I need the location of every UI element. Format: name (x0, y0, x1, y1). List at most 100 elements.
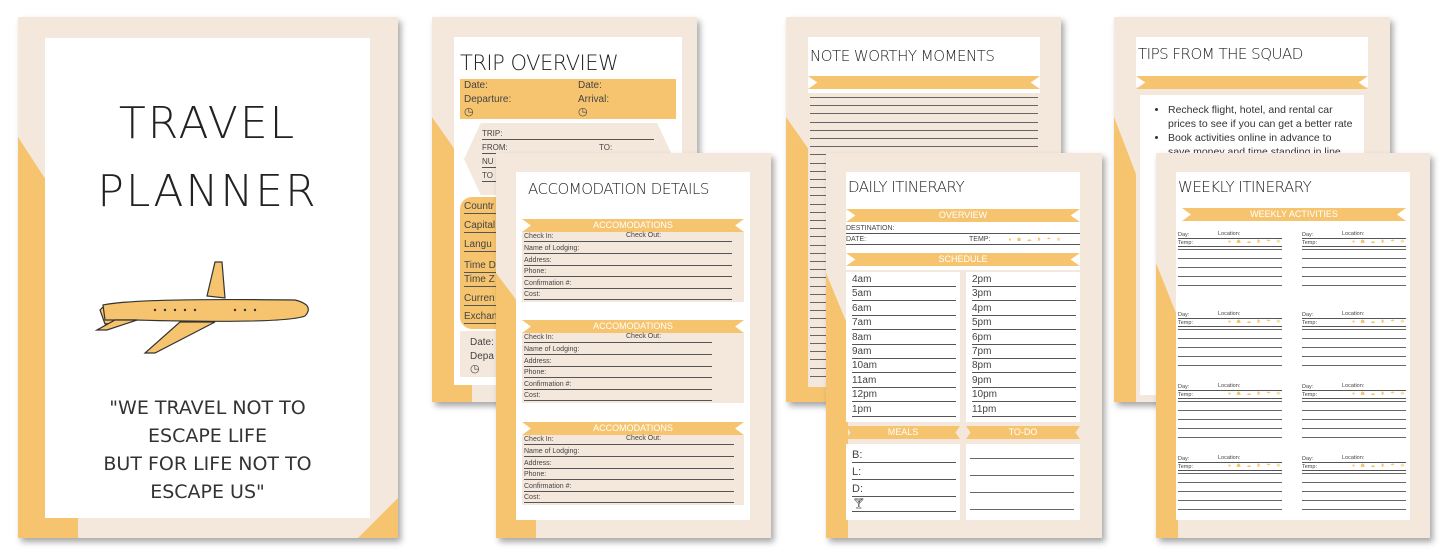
schedule-slot[interactable]: 12pm (852, 389, 956, 403)
bottom-departure-label: Depa (470, 351, 494, 362)
schedule-slot[interactable]: 11am (852, 375, 956, 388)
note-line[interactable] (810, 129, 1038, 131)
activity-line[interactable] (1178, 249, 1282, 250)
activity-line[interactable] (1178, 258, 1282, 259)
activity-line[interactable] (1178, 500, 1282, 501)
activity-line[interactable] (1178, 338, 1282, 339)
activity-line[interactable] (1302, 437, 1406, 438)
meal-field[interactable]: D: (852, 483, 956, 497)
activity-line[interactable] (1302, 267, 1406, 268)
activity-line[interactable] (1302, 347, 1406, 348)
accommodation-field[interactable]: Address: (524, 459, 734, 469)
schedule-slot[interactable]: 7pm (972, 346, 1076, 359)
activity-line[interactable] (1178, 285, 1282, 286)
activity-line[interactable] (1302, 285, 1406, 286)
activity-line[interactable] (1178, 509, 1282, 510)
accommodation-field[interactable]: Address: (524, 256, 732, 266)
accommodation-field[interactable]: Confirmation #: (524, 482, 734, 492)
todo-line[interactable] (970, 492, 1074, 493)
schedule-slot[interactable]: 10am (852, 360, 956, 374)
weather-icons: ● ☗ ☁ ❥ ☂ ❄ (1228, 463, 1283, 469)
activity-line[interactable] (1302, 509, 1406, 510)
arrival-date-label: Date: (578, 80, 602, 91)
activity-line[interactable] (1178, 437, 1282, 438)
activity-line[interactable] (1302, 419, 1406, 420)
schedule-slot[interactable]: 5am (852, 288, 956, 302)
activity-line[interactable] (1302, 410, 1406, 411)
meals-banner: MEALS (846, 426, 960, 439)
activity-line[interactable] (1178, 267, 1282, 268)
note-line[interactable] (810, 138, 1038, 139)
activity-line[interactable] (1178, 329, 1282, 330)
activity-line[interactable] (1302, 356, 1406, 357)
accommodation-field[interactable]: Address: (524, 357, 712, 367)
note-line[interactable] (810, 121, 1038, 123)
accommodation-field[interactable]: Confirmation #: (524, 380, 712, 390)
activity-line[interactable] (1178, 419, 1282, 420)
schedule-slot[interactable]: 8am (852, 332, 956, 345)
schedule-slot[interactable]: 8pm (972, 360, 1076, 374)
activity-line[interactable] (1302, 500, 1406, 501)
activity-line[interactable] (1302, 365, 1406, 366)
activity-line[interactable] (1302, 249, 1406, 250)
destination-field[interactable]: DESTINATION: (846, 225, 1080, 234)
schedule-slot[interactable]: 2pm (972, 274, 1076, 287)
schedule-slot[interactable]: 10pm (972, 389, 1076, 403)
todo-line[interactable] (970, 475, 1074, 476)
schedule-slot[interactable]: 3pm (972, 288, 1076, 302)
todo-line[interactable] (970, 509, 1074, 510)
activity-line[interactable] (1302, 428, 1406, 429)
accommodation-field[interactable]: Phone: (524, 267, 732, 277)
schedule-slot[interactable]: 5pm (972, 317, 1076, 331)
activity-line[interactable] (1178, 356, 1282, 357)
meal-field[interactable]: L: (852, 466, 956, 480)
activity-line[interactable] (1302, 401, 1406, 402)
accommodation-field[interactable]: Cost: (524, 290, 732, 300)
accommodation-field[interactable]: Phone: (524, 470, 734, 480)
cocktail-icon[interactable]: 🍸︎ (852, 498, 956, 512)
trip-field[interactable]: TRIP: (482, 129, 654, 140)
activity-line[interactable] (1302, 491, 1406, 492)
schedule-slot[interactable]: 7am (852, 317, 956, 331)
schedule-slot[interactable]: 4pm (972, 303, 1076, 316)
accommodation-field[interactable]: Cost: (524, 391, 712, 401)
note-line[interactable] (810, 113, 1038, 115)
activity-line[interactable] (1302, 329, 1406, 330)
activity-line[interactable] (1302, 276, 1406, 277)
activity-line[interactable] (1302, 258, 1406, 259)
activity-line[interactable] (1178, 347, 1282, 348)
activity-line[interactable] (1178, 401, 1282, 402)
check-in-field[interactable]: Check In: (524, 333, 712, 343)
activity-line[interactable] (1302, 482, 1406, 483)
meal-field[interactable]: B: (852, 449, 956, 463)
accommodation-field[interactable]: Confirmation #: (524, 279, 732, 289)
schedule-slot[interactable]: 1pm (852, 404, 956, 417)
schedule-slot[interactable]: 11pm (972, 404, 1076, 417)
date-field[interactable]: DATE: (846, 236, 971, 245)
activity-line[interactable] (1178, 276, 1282, 277)
activity-line[interactable] (1178, 491, 1282, 492)
schedule-slot[interactable]: 6pm (972, 332, 1076, 345)
accommodation-field[interactable]: Name of Lodging: (524, 244, 732, 254)
activity-line[interactable] (1178, 482, 1282, 483)
accommodation-field[interactable]: Phone: (524, 368, 712, 378)
activity-line[interactable] (1178, 473, 1282, 474)
note-line[interactable] (810, 97, 1038, 98)
accommodation-field[interactable]: Name of Lodging: (524, 447, 734, 457)
schedule-slot[interactable]: 6am (852, 303, 956, 316)
schedule-slot[interactable]: 9am (852, 346, 956, 359)
note-line[interactable] (810, 105, 1038, 107)
activity-line[interactable] (1302, 473, 1406, 474)
activity-line[interactable] (1178, 410, 1282, 411)
temp-field[interactable]: TEMP: ● ☗ ☁ ❥ ☂ ❄ (969, 236, 1080, 245)
activity-line[interactable] (1178, 428, 1282, 429)
accommodation-field[interactable]: Cost: (524, 493, 734, 503)
activity-line[interactable] (1178, 365, 1282, 366)
schedule-slot[interactable]: 9pm (972, 375, 1076, 388)
schedule-slot[interactable]: 4am (852, 274, 956, 287)
note-line[interactable] (810, 146, 1038, 148)
accommodation-field[interactable]: Name of Lodging: (524, 345, 712, 355)
todo-line[interactable] (970, 458, 1074, 459)
activity-line[interactable] (1302, 338, 1406, 339)
weather-icons: ● ☗ ☁ ❥ ☂ ❄ (1352, 319, 1407, 325)
